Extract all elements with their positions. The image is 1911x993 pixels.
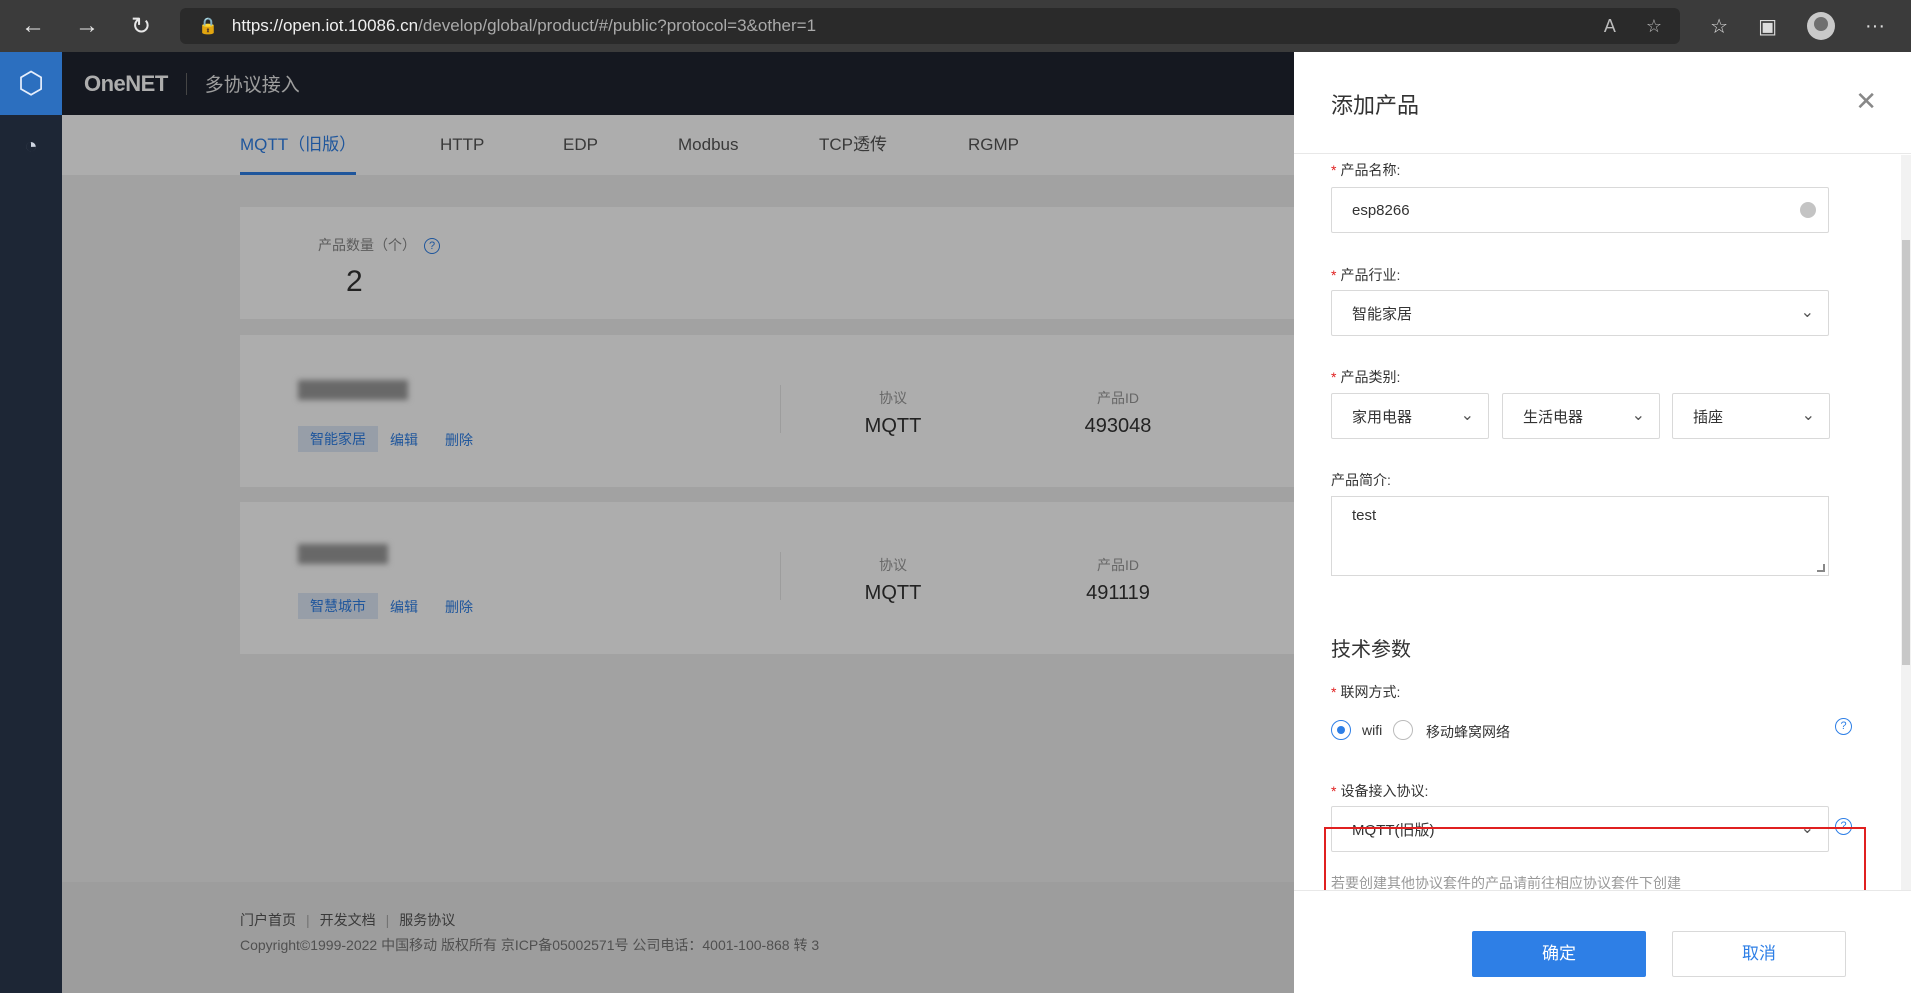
category-value-3: 插座 (1693, 408, 1724, 426)
radio-cellular[interactable] (1393, 720, 1413, 740)
chevron-down-icon: ⌄ (1460, 407, 1474, 424)
protocol-label: * 设备接入协议: (1331, 781, 1428, 801)
close-icon[interactable]: ✕ (1855, 86, 1877, 117)
description-value: test (1352, 507, 1377, 524)
category-select-2[interactable]: 生活电器 ⌄ (1502, 393, 1660, 439)
category-value-1: 家用电器 (1352, 408, 1413, 426)
lock-icon: 🔒 (198, 18, 218, 35)
industry-label-text: 产品行业: (1340, 267, 1401, 283)
category-value-2: 生活电器 (1523, 408, 1584, 426)
back-icon[interactable]: ← (12, 5, 54, 47)
modal-overlay[interactable] (62, 52, 1294, 993)
description-textarea[interactable]: test (1331, 496, 1829, 576)
chevron-down-icon: ⌄ (1801, 407, 1815, 424)
industry-value: 智能家居 (1352, 305, 1413, 323)
protocol-label-text: 设备接入协议: (1340, 783, 1429, 799)
required-mark: * (1331, 783, 1337, 799)
forward-icon[interactable]: → (66, 5, 108, 47)
read-aloud-icon[interactable]: A (1604, 16, 1616, 37)
profile-avatar[interactable] (1807, 12, 1836, 40)
product-name-label-text: 产品名称: (1340, 162, 1401, 178)
drawer-scrollbar[interactable] (1901, 155, 1911, 890)
resize-handle-icon[interactable] (1817, 564, 1825, 572)
reload-icon[interactable]: ↻ (120, 5, 162, 47)
required-mark: * (1331, 162, 1337, 178)
drawer-title: 添加产品 (1331, 93, 1420, 118)
scrollbar-thumb[interactable] (1902, 240, 1910, 665)
product-name-label: * 产品名称: (1331, 160, 1400, 180)
left-rail: ⬡ ◔ (0, 52, 62, 993)
description-label: 产品简介: (1331, 472, 1391, 488)
category-select-1[interactable]: 家用电器 ⌄ (1331, 393, 1489, 439)
radio-wifi[interactable] (1331, 720, 1351, 740)
category-select-3[interactable]: 插座 ⌄ (1672, 393, 1830, 439)
network-label-text: 联网方式: (1340, 684, 1401, 700)
more-icon[interactable]: ··· (1865, 15, 1885, 38)
category-label-text: 产品类别: (1340, 369, 1401, 385)
network-help-icon[interactable]: ? (1835, 718, 1852, 735)
url-host: https://open.iot.10086.cn (231, 16, 419, 35)
clear-icon[interactable] (1800, 202, 1816, 218)
radio-wifi-label[interactable]: wifi (1362, 722, 1382, 738)
tech-params-title: 技术参数 (1331, 639, 1411, 661)
product-name-value: esp8266 (1352, 201, 1410, 219)
radio-cellular-label[interactable]: 移动蜂窝网络 (1426, 722, 1510, 742)
drawer-form: * 产品名称: esp8266 * 产品行业: 智能家居 ⌄ * 产品类别: 家用电器… (1294, 155, 1911, 890)
industry-label: * 产品行业: (1331, 265, 1400, 285)
product-name-input[interactable]: esp8266 (1331, 187, 1829, 233)
favorites-icon[interactable]: ☆ (1710, 14, 1728, 39)
required-mark: * (1331, 684, 1337, 700)
network-label: * 联网方式: (1331, 682, 1400, 702)
confirm-button[interactable]: 确定 (1472, 931, 1646, 977)
rail-home[interactable]: ⬡ (0, 52, 62, 115)
add-favorite-icon[interactable]: ☆ (1646, 16, 1662, 37)
pie-chart-icon[interactable]: ◔ (0, 115, 62, 177)
collections-icon[interactable]: ▣ (1758, 14, 1777, 39)
address-bar[interactable]: 🔒 https://open.iot.10086.cn /develop/glo… (180, 8, 1680, 44)
cancel-button[interactable]: 取消 (1672, 931, 1846, 977)
required-mark: * (1331, 267, 1337, 283)
category-label: * 产品类别: (1331, 367, 1400, 387)
industry-select[interactable]: 智能家居 ⌄ (1331, 290, 1829, 336)
chevron-down-icon: ⌄ (1631, 407, 1645, 424)
add-product-drawer: 添加产品 ✕ * 产品名称: esp8266 * 产品行业: 智能家居 ⌄ * 产品类… (1294, 52, 1911, 993)
browser-toolbar: ← → ↻ 🔒 https://open.iot.10086.cn /devel… (0, 0, 1911, 52)
drawer-header: 添加产品 ✕ (1294, 52, 1911, 154)
url-path: /develop/global/product/#/public?protoco… (418, 16, 817, 35)
chevron-down-icon: ⌄ (1800, 304, 1814, 321)
hexagon-icon: ⬡ (17, 66, 45, 100)
required-mark: * (1331, 369, 1337, 385)
